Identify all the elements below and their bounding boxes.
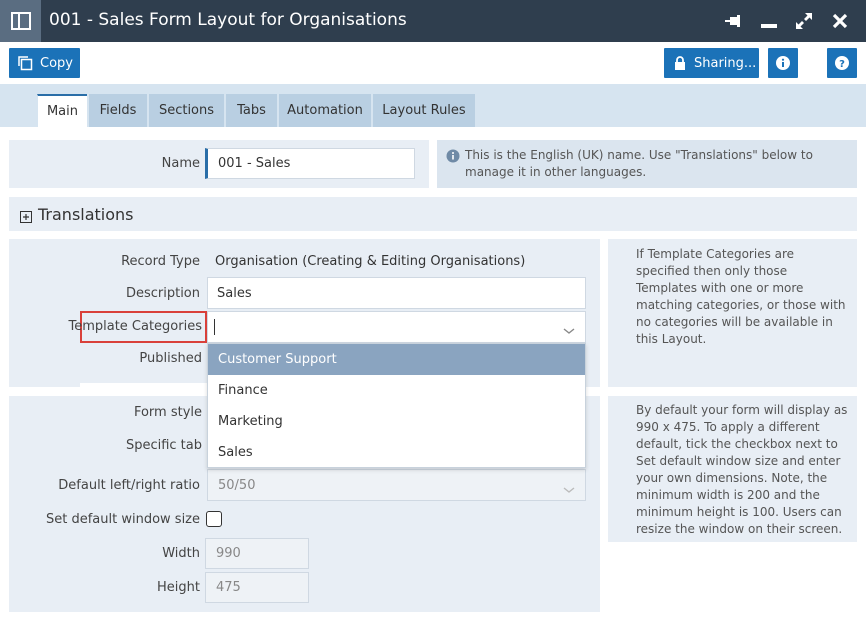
help-icon: ? <box>834 55 850 71</box>
ratio-select[interactable]: 50/50 <box>207 469 586 501</box>
tab-sections[interactable]: Sections <box>148 94 224 127</box>
sharing-label: Sharing... <box>694 55 757 71</box>
info-icon <box>775 55 791 71</box>
info-circle-icon <box>446 148 460 167</box>
window-size-checkbox[interactable] <box>206 511 222 527</box>
window-titlebar: 001 - Sales Form Layout for Organisation… <box>0 0 866 42</box>
height-input[interactable]: 475 <box>205 572 309 603</box>
template-categories-dropdown: Customer Support Finance Marketing Sales <box>207 343 586 468</box>
sharing-button[interactable]: Sharing... <box>664 48 759 78</box>
help-button[interactable]: ? <box>827 48 857 78</box>
translations-label[interactable]: Translations <box>38 205 134 224</box>
template-categories-label: Template Categories <box>68 319 202 334</box>
minimize-icon[interactable] <box>758 10 780 32</box>
info-button[interactable] <box>768 48 798 78</box>
copy-icon <box>17 55 33 71</box>
published-label: Published <box>139 351 202 366</box>
record-type-value: Organisation (Creating & Editing Organis… <box>215 254 526 269</box>
svg-text:?: ? <box>839 59 845 70</box>
window-title: 001 - Sales Form Layout for Organisation… <box>49 10 407 30</box>
expand-plus-icon[interactable] <box>20 208 32 227</box>
tab-strip: Main Fields Sections Tabs Automation Lay… <box>0 84 866 127</box>
tab-tabs[interactable]: Tabs <box>225 94 277 127</box>
pin-icon[interactable] <box>723 10 745 32</box>
record-type-label: Record Type <box>121 254 200 269</box>
tab-fields[interactable]: Fields <box>88 94 147 127</box>
layout-icon[interactable] <box>0 0 41 42</box>
expand-icon[interactable] <box>793 10 815 32</box>
description-input[interactable]: Sales <box>207 277 586 309</box>
copy-button[interactable]: Copy <box>9 48 80 78</box>
tab-main[interactable]: Main <box>37 94 87 127</box>
name-label: Name <box>161 156 200 171</box>
specific-tab-label: Specific tab <box>125 438 202 453</box>
dropdown-option[interactable]: Customer Support <box>208 344 585 375</box>
ratio-label: Default left/right ratio <box>58 478 200 493</box>
dropdown-option[interactable]: Marketing <box>208 406 585 437</box>
template-categories-select[interactable] <box>207 311 586 343</box>
form-info-text: By default your form will display as 990… <box>636 403 848 536</box>
translations-panel[interactable] <box>9 197 857 231</box>
text-cursor <box>214 319 215 335</box>
toolbar: Copy Sharing... ? <box>0 42 866 84</box>
dropdown-option[interactable]: Sales <box>208 437 585 468</box>
chevron-down-icon[interactable] <box>563 321 575 340</box>
name-info-text: This is the English (UK) name. Use "Tran… <box>465 148 813 179</box>
record-info-text: If Template Categories are specified the… <box>636 247 846 346</box>
copy-label: Copy <box>40 55 73 71</box>
name-input[interactable]: 001 - Sales <box>205 148 415 179</box>
close-icon[interactable] <box>829 10 851 32</box>
dropdown-option[interactable]: Finance <box>208 375 585 406</box>
height-label: Height <box>157 580 200 595</box>
width-input[interactable]: 990 <box>205 538 309 569</box>
description-label: Description <box>125 286 200 301</box>
form-style-label: Form style <box>133 405 202 420</box>
tab-automation[interactable]: Automation <box>278 94 371 127</box>
width-label: Width <box>162 546 200 561</box>
window-size-label: Set default window size <box>45 512 200 527</box>
published-field-strip <box>80 383 207 395</box>
tab-layout-rules[interactable]: Layout Rules <box>372 94 475 127</box>
lock-icon <box>674 56 686 70</box>
ratio-chevron-icon[interactable] <box>563 480 575 499</box>
